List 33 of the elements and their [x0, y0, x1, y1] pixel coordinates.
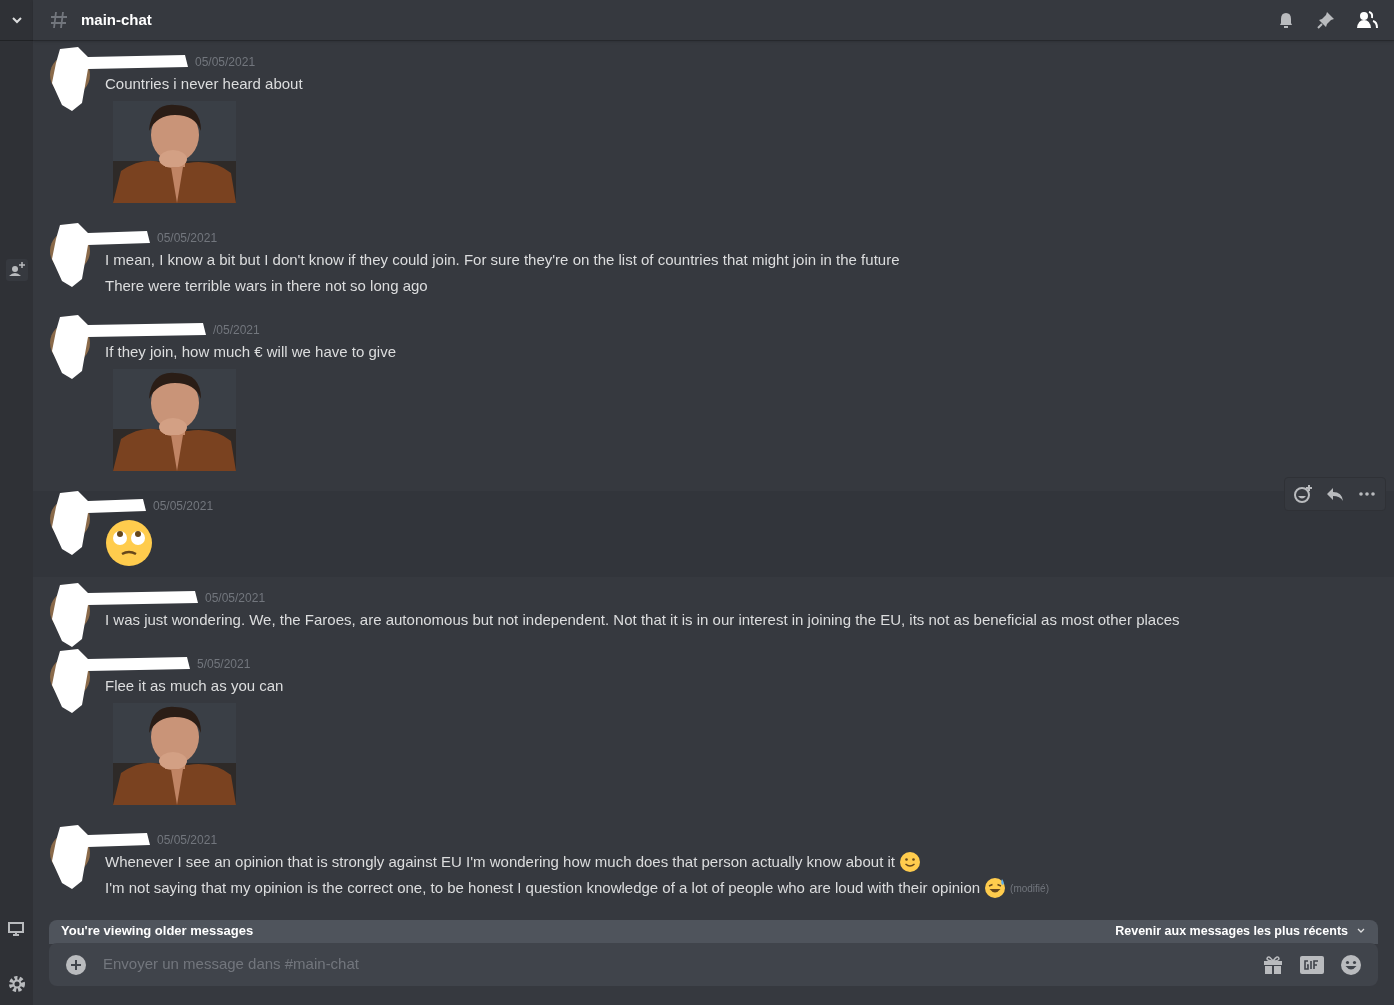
rolling-eyes-emoji-icon: [105, 519, 153, 567]
edited-label: (modifié): [1010, 881, 1049, 896]
emoji-icon[interactable]: [1340, 953, 1362, 976]
screen-share-icon[interactable]: [7, 921, 26, 937]
timestamp: 05/05/2021: [157, 832, 218, 849]
message-text: Whenever I see an opinion that is strongly against EU I'm wondering how much does that person actually know about it: [105, 851, 895, 872]
hashtag-icon: [49, 10, 69, 30]
add-reaction-icon[interactable]: [1293, 484, 1313, 504]
jump-to-present-button[interactable]: Revenir aux messages les plus récents: [1115, 921, 1366, 941]
banner-text: You're viewing older messages: [61, 922, 254, 941]
pin-icon[interactable]: [1316, 10, 1336, 30]
timestamp: 5/05/2021: [197, 656, 251, 673]
channel-name: main-chat: [81, 9, 152, 30]
timestamp: 05/05/2021: [195, 54, 256, 71]
gif-icon[interactable]: [1300, 953, 1324, 976]
gift-icon[interactable]: [1262, 953, 1284, 976]
timestamp: 05/05/2021: [157, 230, 218, 247]
message-text: There were terrible wars in there not so long ago: [105, 275, 428, 296]
smile-emoji-icon: [898, 851, 921, 873]
message-text: I was just wondering. We, the Faroes, are autonomous but not independent. Not that it is in our interest in joining the EU, its not as beneficial as most other places: [105, 609, 1180, 630]
message-text: Flee it as much as you can: [105, 675, 284, 696]
message-text: If they join, how much € will we have to give: [105, 341, 396, 362]
plus-circle-icon[interactable]: [65, 953, 87, 976]
members-icon[interactable]: [1356, 10, 1378, 30]
add-friend-icon[interactable]: [5, 259, 28, 281]
timestamp: 05/05/2021: [153, 498, 214, 515]
settings-icon[interactable]: [7, 975, 26, 993]
message-text: I'm not saying that my opinion is the correct one, to be honest I question knowledge of a lot of people who are loud with their opinion: [105, 877, 981, 898]
timestamp: 05/05/2021: [205, 590, 266, 607]
message-text: Countries i never heard about: [105, 73, 303, 94]
sweat-smile-emoji-icon: [984, 877, 1007, 899]
message-text: I mean, I know a bit but I don't know if they could join. For sure they're on the list of countries that might join in the future: [105, 249, 900, 270]
timestamp: /05/2021: [213, 322, 260, 339]
